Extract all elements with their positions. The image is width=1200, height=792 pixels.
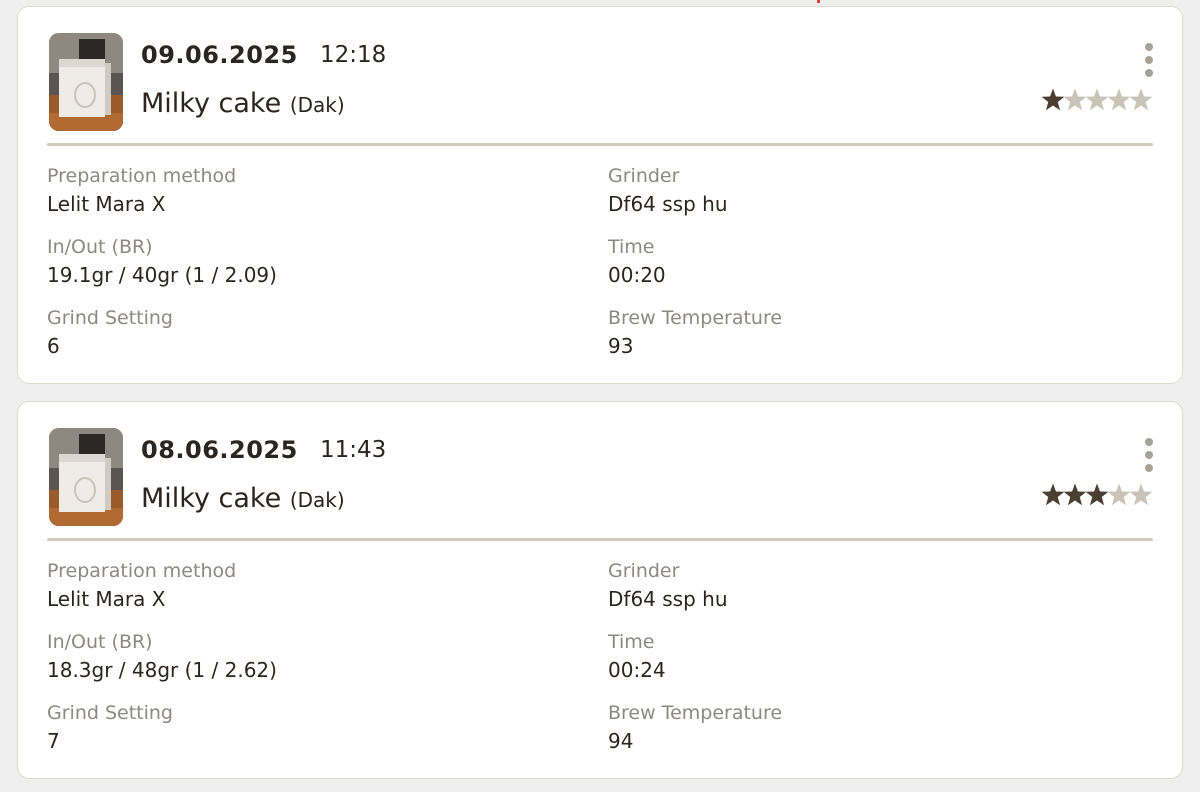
star-empty-icon — [1107, 88, 1131, 111]
time-value: 00:20 — [608, 263, 666, 287]
menu-dot — [1145, 451, 1153, 459]
brew-temperature-label: Brew Temperature — [608, 307, 783, 329]
grind-setting-field: Grind Setting 7 — [47, 702, 173, 753]
grind-setting-label: Grind Setting — [47, 307, 173, 329]
grinder-label: Grinder — [608, 165, 680, 187]
more-vertical-icon[interactable] — [1142, 438, 1156, 472]
roaster-name: (Dak) — [289, 93, 345, 117]
brew-card[interactable]: 08.06.2025 11:43 Milky cake (Dak) Prepar… — [17, 401, 1183, 779]
time-label: Time — [608, 631, 655, 653]
brew-temperature-label: Brew Temperature — [608, 702, 783, 724]
star-empty-icon — [1063, 88, 1087, 111]
grinder-value: Df64 ssp hu — [608, 587, 728, 611]
bean-photo — [49, 428, 123, 526]
star-empty-icon — [1129, 88, 1153, 111]
inout-label: In/Out (BR) — [47, 236, 153, 258]
preparation-label: Preparation method — [47, 560, 237, 582]
roaster-name: (Dak) — [289, 488, 345, 512]
time-value: 00:24 — [608, 658, 666, 682]
star-empty-icon — [1085, 88, 1109, 111]
grinder-label: Grinder — [608, 560, 680, 582]
brew-date: 08.06.2025 — [141, 436, 298, 464]
star-filled-icon — [1041, 88, 1065, 111]
card-divider — [47, 538, 1153, 541]
grind-setting-value: 6 — [47, 334, 60, 358]
brew-temperature-field: Brew Temperature 93 — [608, 307, 782, 358]
time-field: Time 00:24 — [608, 631, 666, 682]
star-rating — [1041, 482, 1153, 508]
star-filled-icon — [1063, 483, 1087, 506]
brew-date: 09.06.2025 — [141, 41, 298, 69]
brew-temperature-value: 93 — [608, 334, 634, 358]
inout-value: 18.3gr / 48gr (1 / 2.62) — [47, 658, 277, 682]
bean-title: Milky cake (Dak) — [141, 88, 345, 119]
rating-stars-svg — [1041, 88, 1153, 111]
star-filled-icon — [1041, 483, 1065, 506]
more-vertical-icon[interactable] — [1142, 43, 1156, 77]
grinder-value: Df64 ssp hu — [608, 192, 728, 216]
grinder-field: Grinder Df64 ssp hu — [608, 560, 728, 611]
preparation-field: Preparation method Lelit Mara X — [47, 560, 236, 611]
grinder-field: Grinder Df64 ssp hu — [608, 165, 728, 216]
menu-dot — [1145, 438, 1153, 446]
bean-title: Milky cake (Dak) — [141, 483, 345, 514]
star-filled-icon — [1085, 483, 1109, 506]
menu-dot — [1145, 464, 1153, 472]
grind-setting-label: Grind Setting — [47, 702, 173, 724]
time-label: Time — [608, 236, 655, 258]
menu-dot — [1145, 69, 1153, 77]
star-empty-icon — [1129, 483, 1153, 506]
inout-label: In/Out (BR) — [47, 631, 153, 653]
inout-field: In/Out (BR) 19.1gr / 40gr (1 / 2.09) — [47, 236, 277, 287]
time-field: Time 00:20 — [608, 236, 666, 287]
menu-dot — [1145, 56, 1153, 64]
card-divider — [47, 143, 1153, 146]
star-empty-icon — [1107, 483, 1131, 506]
bean-photo — [49, 33, 123, 131]
brew-card[interactable]: 09.06.2025 12:18 Milky cake (Dak) Prepar… — [17, 6, 1183, 384]
inout-field: In/Out (BR) 18.3gr / 48gr (1 / 2.62) — [47, 631, 277, 682]
preparation-label: Preparation method — [47, 165, 237, 187]
top-accent-mark — [817, 0, 820, 3]
rating-stars-svg — [1041, 483, 1153, 506]
menu-dot — [1145, 43, 1153, 51]
star-rating — [1041, 87, 1153, 113]
grind-setting-field: Grind Setting 6 — [47, 307, 173, 358]
bean-name: Milky cake — [141, 483, 282, 514]
brew-temperature-value: 94 — [608, 729, 634, 753]
preparation-value: Lelit Mara X — [47, 587, 166, 611]
bean-name: Milky cake — [141, 88, 282, 119]
preparation-value: Lelit Mara X — [47, 192, 166, 216]
preparation-field: Preparation method Lelit Mara X — [47, 165, 236, 216]
grind-setting-value: 7 — [47, 729, 60, 753]
brew-time: 12:18 — [320, 42, 387, 68]
inout-value: 19.1gr / 40gr (1 / 2.09) — [47, 263, 277, 287]
brew-temperature-field: Brew Temperature 94 — [608, 702, 782, 753]
brew-time: 11:43 — [320, 437, 387, 463]
